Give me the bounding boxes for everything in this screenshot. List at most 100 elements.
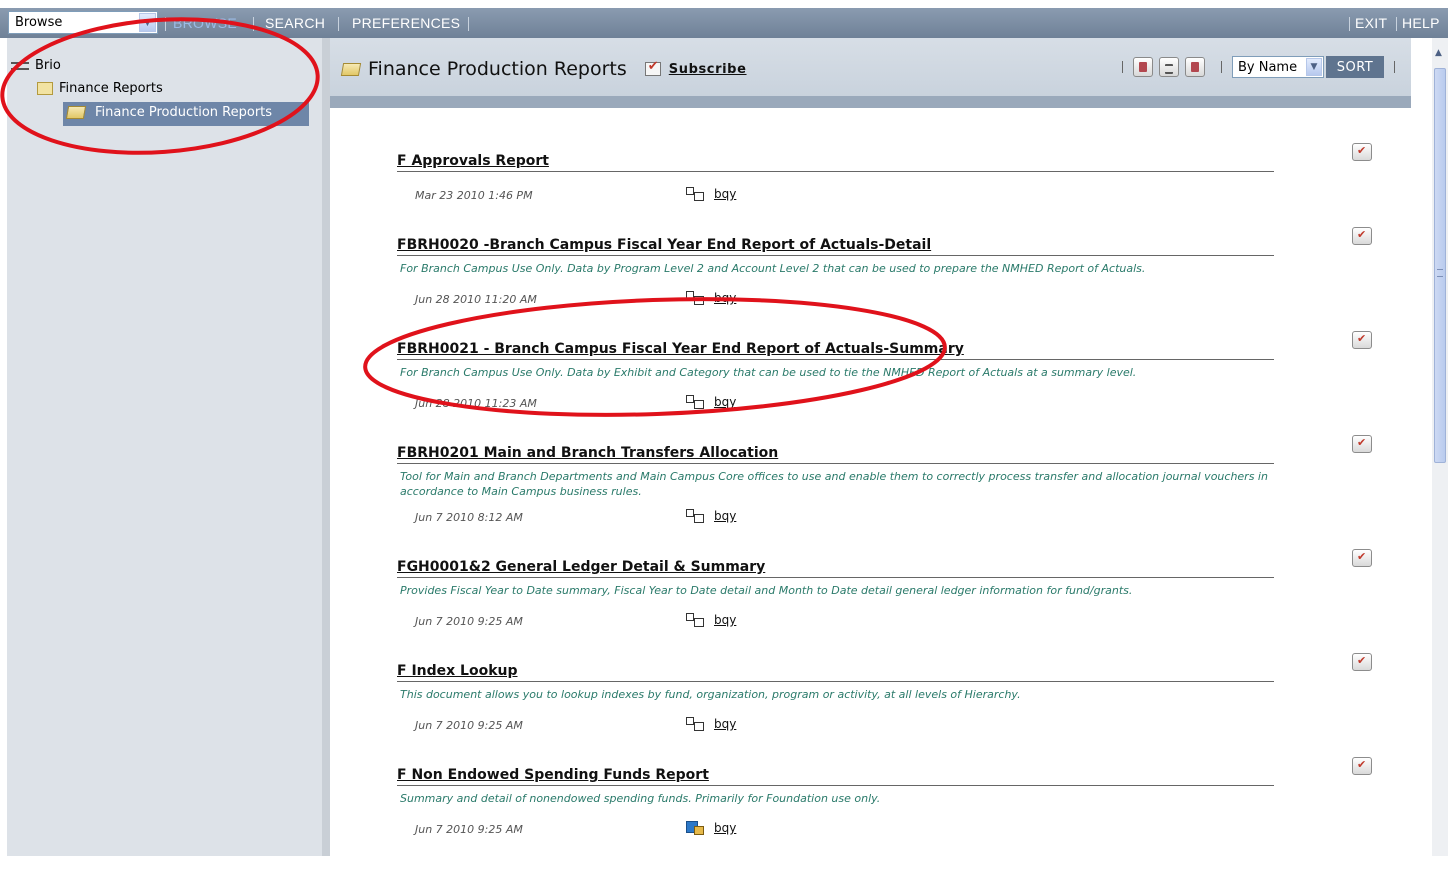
document-title-link[interactable]: F Index Lookup xyxy=(397,663,1274,682)
subscribe-item-icon[interactable] xyxy=(1352,227,1372,245)
tree-item-label: Brio xyxy=(35,58,61,73)
scroll-grip-icon xyxy=(1437,269,1443,277)
nav-exit[interactable]: EXIT xyxy=(1355,15,1387,31)
document-date: Jun 28 2010 11:23 AM xyxy=(415,397,537,410)
page-title: Finance Production Reports xyxy=(368,58,627,80)
nav-separator xyxy=(1396,17,1397,31)
document-type: bqy xyxy=(686,613,736,627)
top-nav-bar: Browse ▼ BROWSE SEARCH PREFERENCES EXIT … xyxy=(0,8,1448,38)
subscribe-item-icon[interactable] xyxy=(1352,331,1372,349)
folder-icon xyxy=(37,82,53,95)
sort-select-value: By Name xyxy=(1238,59,1298,75)
list-item: F Non Endowed Spending Funds Report Summ… xyxy=(330,757,1411,871)
nav-separator xyxy=(165,17,166,31)
list-item: FBRH0020 -Branch Campus Fiscal Year End … xyxy=(330,227,1411,341)
subscribe-item-icon[interactable] xyxy=(1352,653,1372,671)
top-band xyxy=(0,0,1448,8)
panel-splitter[interactable] xyxy=(322,38,330,856)
nav-preferences[interactable]: PREFERENCES xyxy=(352,15,460,31)
nav-separator xyxy=(468,17,469,31)
tree-item-label: Finance Reports xyxy=(59,81,163,96)
document-list: F Approvals Report Mar 23 2010 1:46 PM b… xyxy=(330,108,1411,856)
shortcut-document-icon xyxy=(686,821,704,835)
document-type-link[interactable]: bqy xyxy=(714,821,736,835)
document-title-link[interactable]: FBRH0201 Main and Branch Transfers Alloc… xyxy=(397,445,1274,464)
document-description: Tool for Main and Branch Departments and… xyxy=(400,470,1268,498)
bqy-document-icon xyxy=(686,291,704,305)
document-date: Jun 7 2010 9:25 AM xyxy=(415,823,523,836)
nav-separator xyxy=(338,17,339,31)
toolbar-separator xyxy=(1122,61,1123,73)
list-item: FGH0001&2 General Ledger Detail & Summar… xyxy=(330,549,1411,663)
document-type: bqy xyxy=(686,187,736,201)
document-title-link[interactable]: F Non Endowed Spending Funds Report xyxy=(397,767,1274,786)
scroll-up-icon[interactable]: ▲ xyxy=(1435,48,1442,58)
document-type: bqy xyxy=(686,509,736,523)
document-description: For Branch Campus Use Only. Data by Exhi… xyxy=(400,366,1137,379)
subscribe-icon[interactable] xyxy=(644,59,661,76)
document-type-link[interactable]: bqy xyxy=(714,395,736,409)
toolbar-separator xyxy=(1394,61,1395,73)
view-select[interactable]: Browse ▼ xyxy=(8,11,158,34)
document-type: bqy xyxy=(686,291,736,305)
toolbar-separator xyxy=(1221,61,1222,73)
document-date: Mar 23 2010 1:46 PM xyxy=(415,189,533,202)
scrollbar-thumb[interactable] xyxy=(1434,68,1446,463)
view-details-icon[interactable] xyxy=(1133,57,1153,77)
bqy-document-icon xyxy=(686,613,704,627)
view-select-value: Browse xyxy=(15,15,63,30)
vertical-scrollbar[interactable]: ▲ xyxy=(1432,38,1448,856)
sort-button[interactable]: SORT xyxy=(1326,56,1384,78)
document-type: bqy xyxy=(686,395,736,409)
folder-open-icon xyxy=(65,106,87,119)
document-description: Summary and detail of nonendowed spendin… xyxy=(400,792,881,805)
document-title-link[interactable]: FGH0001&2 General Ledger Detail & Summar… xyxy=(397,559,1274,578)
document-title-link[interactable]: F Approvals Report xyxy=(397,153,1274,172)
tree-item-finance-reports[interactable]: Finance Reports xyxy=(37,81,163,96)
document-title-link[interactable]: FBRH0020 -Branch Campus Fiscal Year End … xyxy=(397,237,1274,256)
nav-help[interactable]: HELP xyxy=(1402,15,1440,31)
subscribe-item-icon[interactable] xyxy=(1352,143,1372,161)
nav-search[interactable]: SEARCH xyxy=(265,15,325,31)
list-item: FBRH0201 Main and Branch Transfers Alloc… xyxy=(330,435,1411,549)
subscribe-item-icon[interactable] xyxy=(1352,549,1372,567)
bqy-document-icon xyxy=(686,509,704,523)
subscribe-link[interactable]: Subscribe xyxy=(669,62,747,77)
chevron-down-icon[interactable]: ▼ xyxy=(139,13,156,32)
view-list-icon[interactable] xyxy=(1159,57,1179,77)
bqy-document-icon xyxy=(686,395,704,409)
document-date: Jun 7 2010 9:25 AM xyxy=(415,615,523,628)
document-type-link[interactable]: bqy xyxy=(714,613,736,627)
list-item: FBRH0021 - Branch Campus Fiscal Year End… xyxy=(330,331,1411,445)
root-icon xyxy=(11,61,29,70)
subscribe-item-icon[interactable] xyxy=(1352,757,1372,775)
chevron-down-icon[interactable]: ▼ xyxy=(1306,58,1322,76)
document-type: bqy xyxy=(686,717,736,731)
document-date: Jun 7 2010 8:12 AM xyxy=(415,511,523,524)
nav-separator xyxy=(253,17,254,31)
bqy-document-icon xyxy=(686,187,704,201)
tree-item-finance-production-reports[interactable]: Finance Production Reports xyxy=(63,105,272,120)
view-toolbar: By Name ▼ SORT xyxy=(1112,56,1405,78)
document-type-link[interactable]: bqy xyxy=(714,717,736,731)
tree-item-label: Finance Production Reports xyxy=(95,105,273,120)
folder-tree-panel: Brio Finance Reports Finance Production … xyxy=(0,38,322,856)
subscribe-item-icon[interactable] xyxy=(1352,435,1372,453)
nav-separator xyxy=(1349,17,1350,31)
document-title-link[interactable]: FBRH0021 - Branch Campus Fiscal Year End… xyxy=(397,341,1274,360)
folder-open-icon xyxy=(340,62,362,76)
tree-item-root[interactable]: Brio xyxy=(11,58,61,73)
bqy-document-icon xyxy=(686,717,704,731)
header-strip xyxy=(330,96,1411,108)
document-description: This document allows you to lookup index… xyxy=(400,688,1021,701)
list-item: F Index Lookup This document allows you … xyxy=(330,653,1411,767)
document-type-link[interactable]: bqy xyxy=(714,187,736,201)
view-icons-icon[interactable] xyxy=(1185,57,1205,77)
document-date: Jun 28 2010 11:20 AM xyxy=(415,293,537,306)
document-type-link[interactable]: bqy xyxy=(714,291,736,305)
sort-select[interactable]: By Name ▼ xyxy=(1232,56,1324,78)
nav-browse[interactable]: BROWSE xyxy=(173,15,237,31)
document-type: bqy xyxy=(686,821,736,835)
document-type-link[interactable]: bqy xyxy=(714,509,736,523)
document-date: Jun 7 2010 9:25 AM xyxy=(415,719,523,732)
